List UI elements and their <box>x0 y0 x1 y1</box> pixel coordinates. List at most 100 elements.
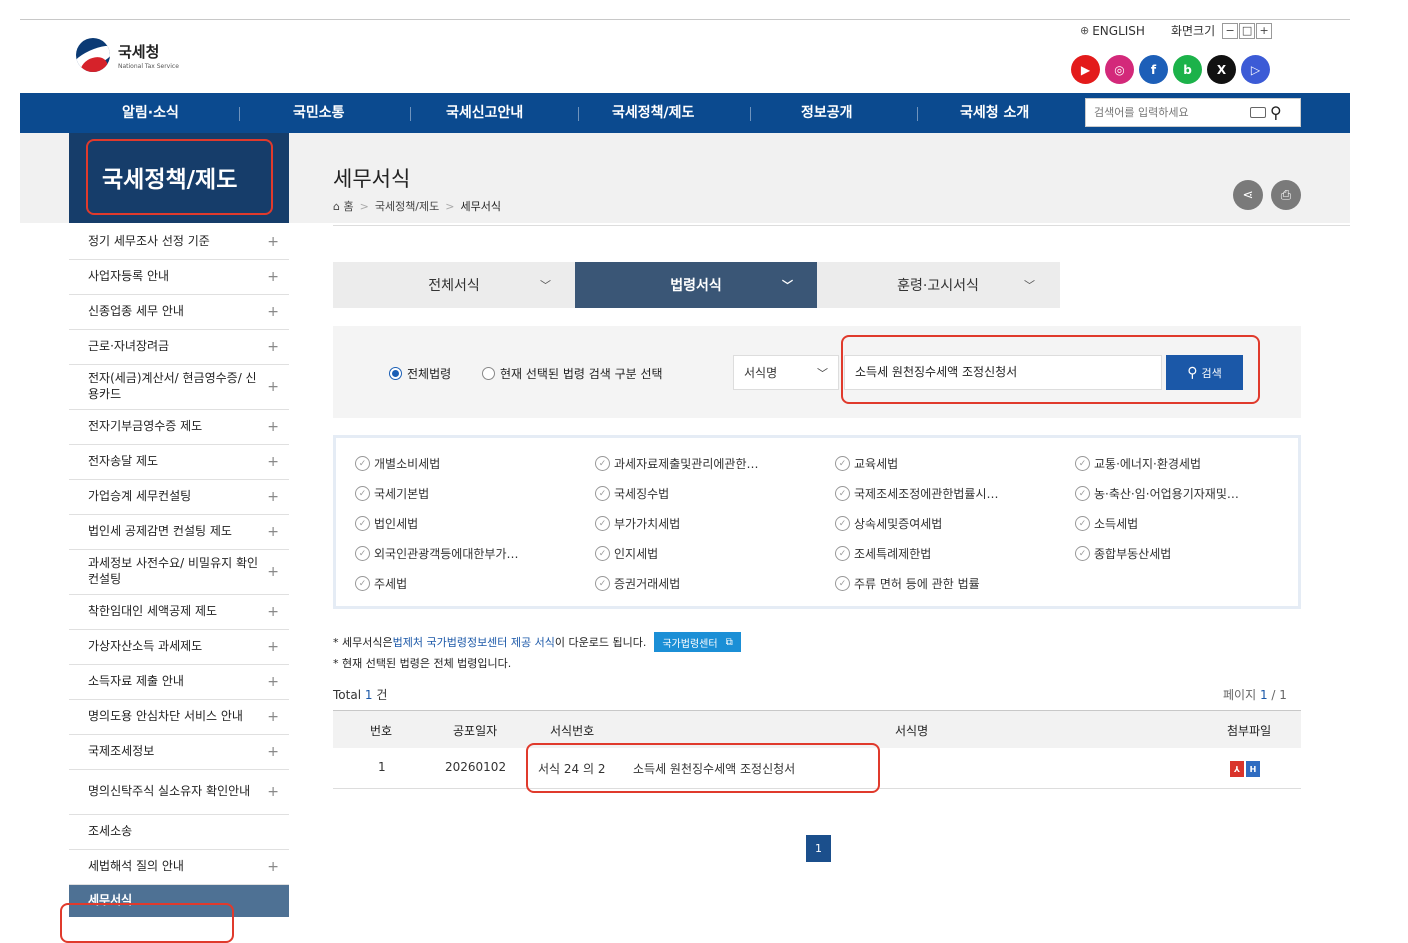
law-checkbox[interactable]: ✓ 부가가치세법 <box>595 515 680 532</box>
sidebar-item-8[interactable]: 가업승계 세무컨설팅 + <box>69 480 289 515</box>
hwp-file-icon[interactable]: H <box>1246 761 1260 777</box>
page-1-button[interactable]: 1 <box>806 835 831 862</box>
breadcrumb-level1[interactable]: 국세정책/제도 <box>375 198 439 214</box>
plus-icon[interactable]: + <box>267 523 279 541</box>
law-checkbox[interactable]: ✓ 국세기본법 <box>355 485 429 502</box>
plus-icon[interactable]: + <box>267 708 279 726</box>
plus-icon[interactable]: + <box>267 638 279 656</box>
law-checkbox[interactable]: ✓ 조세특례제한법 <box>835 545 931 562</box>
law-checkbox[interactable]: ✓ 외국인관광객등에대한부가… <box>355 545 518 562</box>
plus-icon[interactable]: + <box>267 858 279 876</box>
law-checkbox[interactable]: ✓ 과세자료제출및관리에관한… <box>595 455 758 472</box>
law-checkbox[interactable]: ✓ 국세징수법 <box>595 485 669 502</box>
sidebar-item-15[interactable]: 국제조세정보 + <box>69 735 289 770</box>
sidebar-item-18[interactable]: 세법해석 질의 안내 + <box>69 850 289 885</box>
nav-item-5[interactable]: 정보공개 <box>801 93 853 133</box>
plus-icon[interactable]: + <box>267 673 279 691</box>
sidebar-item-14[interactable]: 명의도용 안심차단 서비스 안내 + <box>69 700 289 735</box>
nav-separator <box>917 107 918 121</box>
radio-all-laws[interactable]: 전체법령 <box>389 365 451 382</box>
sidebar-item-17[interactable]: 조세소송 <box>69 815 289 850</box>
nav-item-3[interactable]: 국세신고안내 <box>446 93 523 133</box>
total-label: Total <box>333 688 362 702</box>
share-icon[interactable]: ⋖ <box>1233 180 1263 210</box>
nts-logo[interactable]: 국세청 National Tax Service <box>76 38 179 72</box>
plus-icon[interactable]: + <box>267 233 279 251</box>
plus-icon[interactable]: + <box>267 303 279 321</box>
plus-icon[interactable]: + <box>267 453 279 471</box>
law-checkbox[interactable]: ✓ 농·축산·임·어업용기자재및… <box>1075 485 1239 502</box>
sidebar-item-6[interactable]: 전자기부금영수증 제도 + <box>69 410 289 445</box>
nav-item-1[interactable]: 알림·소식 <box>122 93 179 133</box>
breadcrumb-home[interactable]: 홈 <box>343 198 353 214</box>
law-checkbox[interactable]: ✓ 교통·에너지·환경세법 <box>1075 455 1201 472</box>
radio-selected-law[interactable]: 현재 선택된 법령 검색 구분 선택 <box>482 365 663 382</box>
law-info-link[interactable]: 법제처 국가법령정보센터 제공 서식 <box>393 634 555 650</box>
sidebar-item-2[interactable]: 사업자등록 안내 + <box>69 260 289 295</box>
total-unit: 건 <box>376 688 388 702</box>
globe-icon: ⊕ <box>1080 24 1090 37</box>
law-checkbox[interactable]: ✓ 개별소비세법 <box>355 455 440 472</box>
sidebar-item-10[interactable]: 과세정보 사전수요/ 비밀유지 확인 컨설팅 + <box>69 550 289 595</box>
search-input[interactable] <box>1086 106 1236 119</box>
law-label: 상속세및증여세법 <box>854 517 943 531</box>
sidebar-item-12[interactable]: 가상자산소득 과세제도 + <box>69 630 289 665</box>
plus-icon[interactable]: + <box>267 338 279 356</box>
law-checkbox[interactable]: ✓ 주세법 <box>355 575 407 592</box>
sidebar-item-11[interactable]: 착한임대인 세액공제 제도 + <box>69 595 289 630</box>
zoom-out-button[interactable]: − <box>1222 22 1239 39</box>
plus-icon[interactable]: + <box>267 488 279 506</box>
plus-icon[interactable]: + <box>267 563 279 581</box>
plus-icon[interactable]: + <box>267 378 279 396</box>
law-checkbox[interactable]: ✓ 법인세법 <box>355 515 418 532</box>
keyboard-icon[interactable] <box>1250 107 1266 118</box>
search-icon[interactable]: ⚲ <box>1270 103 1282 122</box>
sidebar-item-5[interactable]: 전자(세금)계산서/ 현금영수증/ 신용카드 + <box>69 365 289 410</box>
x-icon[interactable]: X <box>1207 55 1236 84</box>
plus-icon[interactable]: + <box>267 418 279 436</box>
plus-icon[interactable]: + <box>267 603 279 621</box>
pdf-file-icon[interactable]: ⅄ <box>1230 761 1244 777</box>
print-icon[interactable]: ⎙ <box>1271 180 1301 210</box>
law-checkbox[interactable]: ✓ 상속세및증여세법 <box>835 515 942 532</box>
sidebar-item-label: 전자송달 제도 <box>88 454 159 469</box>
law-checkbox[interactable]: ✓ 주류 면허 등에 관한 법률 <box>835 575 980 592</box>
tv-icon[interactable]: ▷ <box>1241 55 1270 84</box>
plus-icon[interactable]: + <box>267 743 279 761</box>
check-circle-icon: ✓ <box>355 576 370 591</box>
plus-icon[interactable]: + <box>267 268 279 286</box>
tab-label: 법령서식 <box>670 278 722 294</box>
zoom-in-button[interactable]: + <box>1256 22 1273 39</box>
sidebar-item-7[interactable]: 전자송달 제도 + <box>69 445 289 480</box>
sidebar-item-4[interactable]: 근로·자녀장려금 + <box>69 330 289 365</box>
law-checkbox[interactable]: ✓ 국제조세조정에관한법률시… <box>835 485 998 502</box>
english-link[interactable]: ENGLISH <box>1092 24 1145 38</box>
nav-item-4[interactable]: 국세정책/제도 <box>612 93 694 133</box>
law-checkbox[interactable]: ✓ 증권거래세법 <box>595 575 680 592</box>
facebook-icon[interactable]: f <box>1139 55 1168 84</box>
sidebar-item-16[interactable]: 명의신탁주식 실소유자 확인안내 + <box>69 770 289 815</box>
tab-1[interactable]: 전체서식 ﹀ <box>333 262 575 308</box>
sidebar-item-1[interactable]: 정기 세무조사 선정 기준 + <box>69 225 289 260</box>
sidebar-item-13[interactable]: 소득자료 제출 안내 + <box>69 665 289 700</box>
radio-label: 전체법령 <box>407 367 452 381</box>
tab-2[interactable]: 법령서식 ﹀ <box>575 262 817 308</box>
law-checkbox[interactable]: ✓ 종합부동산세법 <box>1075 545 1171 562</box>
blog-icon[interactable]: b <box>1173 55 1202 84</box>
law-checkbox[interactable]: ✓ 인지세법 <box>595 545 658 562</box>
sidebar-item-3[interactable]: 신종업종 세무 안내 + <box>69 295 289 330</box>
law-center-button[interactable]: 국가법령센터 ⧉ <box>654 632 741 652</box>
law-checkbox[interactable]: ✓ 소득세법 <box>1075 515 1138 532</box>
nav-item-2[interactable]: 국민소통 <box>293 93 345 133</box>
zoom-reset-button[interactable]: □ <box>1239 22 1256 39</box>
search-field-select[interactable]: 서식명 ﹀ <box>733 355 839 390</box>
sidebar-item-9[interactable]: 법인세 공제감면 컨설팅 제도 + <box>69 515 289 550</box>
home-icon[interactable]: ⌂ <box>333 200 340 213</box>
tab-3[interactable]: 훈령·고시서식 ﹀ <box>817 262 1059 308</box>
nav-item-6[interactable]: 국세청 소개 <box>960 93 1029 133</box>
sidebar-item-label: 소득자료 제출 안내 <box>88 674 184 689</box>
youtube-icon[interactable]: ▶ <box>1071 55 1100 84</box>
law-checkbox[interactable]: ✓ 교육세법 <box>835 455 898 472</box>
plus-icon[interactable]: + <box>267 783 279 801</box>
instagram-icon[interactable]: ◎ <box>1105 55 1134 84</box>
